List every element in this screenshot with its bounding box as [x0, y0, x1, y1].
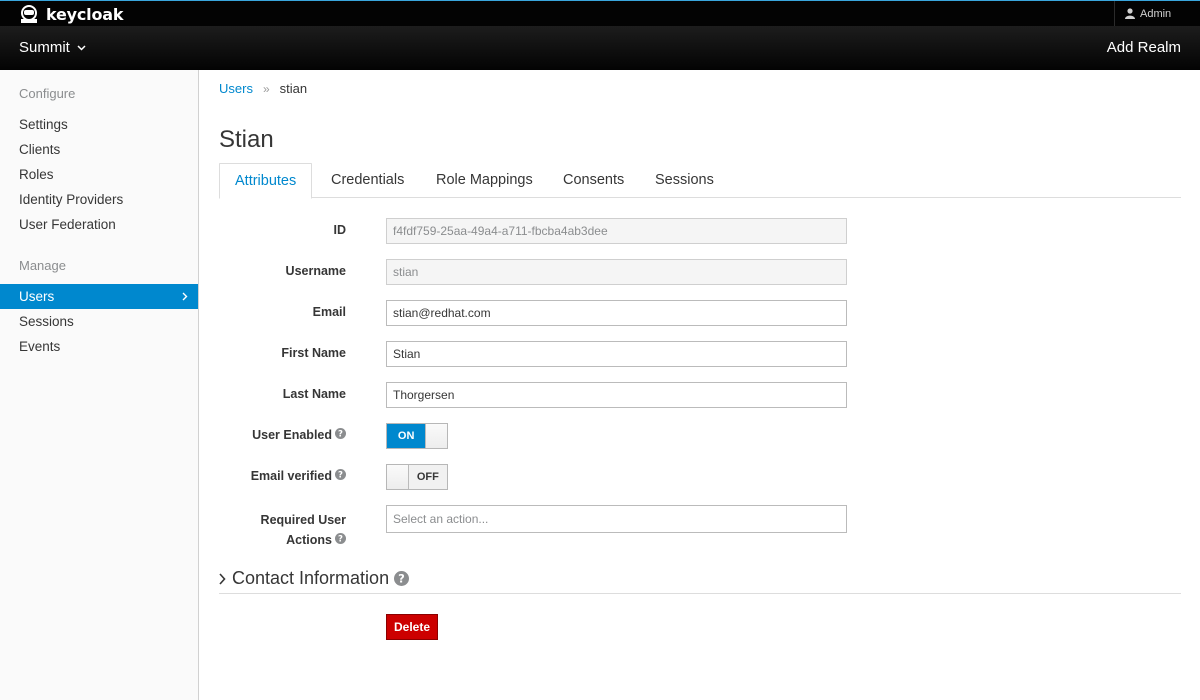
chevron-down-icon — [77, 44, 86, 51]
help-icon[interactable]: ? — [335, 427, 346, 442]
svg-text:?: ? — [398, 572, 405, 586]
first-name-label: First Name — [281, 346, 346, 360]
username-field[interactable]: stian — [386, 259, 847, 285]
svg-text:?: ? — [338, 534, 343, 543]
user-menu[interactable]: Admin — [1114, 1, 1200, 26]
contact-information-title: Contact Information — [232, 568, 390, 588]
chevron-right-icon — [182, 292, 188, 301]
last-name-label: Last Name — [282, 387, 346, 401]
manage-heading: Manage — [19, 258, 66, 273]
chevron-right-icon — [219, 572, 226, 585]
page-title: Stian — [219, 126, 274, 153]
tab-attributes[interactable]: Attributes — [219, 163, 313, 199]
toggle-knob — [387, 465, 409, 489]
email-verified-toggle[interactable]: OFF — [386, 464, 448, 490]
realm-bar: Summit Add Realm — [0, 26, 1200, 70]
required-actions-label-line2: Actions — [286, 533, 332, 547]
svg-text:?: ? — [338, 429, 343, 438]
user-enabled-label: User Enabled — [252, 428, 332, 442]
help-icon[interactable]: ? — [394, 571, 410, 586]
realm-name: Summit — [19, 39, 70, 56]
delete-button[interactable]: Delete — [386, 614, 438, 640]
user-enabled-state: ON — [387, 424, 426, 448]
contact-information-toggle[interactable]: Contact Information ? — [219, 568, 410, 589]
sidebar-item-label: Users — [19, 289, 55, 304]
user-icon — [1125, 8, 1135, 19]
email-verified-label: Email verified — [250, 469, 332, 483]
breadcrumb-separator: » — [262, 81, 270, 96]
breadcrumb-users-link[interactable]: Users — [219, 81, 253, 96]
sidebar: Configure Settings Clients Roles Identit… — [0, 70, 199, 700]
email-verified-label-group: Email verified? — [219, 468, 346, 483]
tab-role-mappings[interactable]: Role Mappings — [436, 163, 533, 198]
keycloak-logo-icon — [21, 5, 37, 23]
required-actions-label-group: Required User Actions? — [219, 510, 346, 550]
logo-text: keycloak — [46, 4, 124, 24]
last-name-field[interactable]: Thorgersen — [386, 382, 847, 408]
sidebar-item-user-federation[interactable]: User Federation — [0, 212, 198, 237]
email-verified-state: OFF — [408, 465, 447, 489]
tab-sessions[interactable]: Sessions — [655, 163, 714, 198]
toggle-knob — [425, 424, 447, 448]
help-icon[interactable]: ? — [335, 530, 346, 550]
email-label: Email — [312, 305, 346, 319]
keycloak-logo[interactable]: keycloak — [18, 3, 123, 25]
top-bar: keycloak Admin — [0, 0, 1200, 26]
first-name-field[interactable]: Stian — [386, 341, 847, 367]
user-enabled-toggle[interactable]: ON — [386, 423, 448, 449]
user-menu-label: Admin — [1140, 7, 1172, 20]
sidebar-item-sessions[interactable]: Sessions — [0, 309, 198, 334]
username-label: Username — [285, 264, 346, 278]
email-field[interactable]: stian@redhat.com — [386, 300, 847, 326]
id-field[interactable]: f4fdf759-25aa-49a4-a711-fbcba4ab3dee — [386, 218, 847, 244]
sidebar-item-settings[interactable]: Settings — [0, 112, 198, 137]
tab-bar: Attributes Credentials Role Mappings Con… — [219, 163, 1181, 199]
sidebar-item-roles[interactable]: Roles — [0, 162, 198, 187]
tab-consents[interactable]: Consents — [563, 163, 624, 198]
id-label: ID — [333, 223, 347, 237]
section-divider — [219, 593, 1181, 594]
user-enabled-label-group: User Enabled? — [219, 427, 346, 442]
breadcrumb-current: stian — [279, 81, 308, 96]
configure-heading: Configure — [19, 86, 76, 101]
breadcrumb: Users » stian — [219, 81, 307, 96]
sidebar-item-clients[interactable]: Clients — [0, 137, 198, 162]
add-realm-link[interactable]: Add Realm — [1107, 39, 1181, 56]
svg-text:?: ? — [338, 470, 343, 479]
help-icon[interactable]: ? — [335, 468, 346, 483]
required-actions-label-line1: Required User — [260, 513, 346, 527]
realm-selector[interactable]: Summit — [19, 39, 86, 56]
sidebar-item-events[interactable]: Events — [0, 334, 198, 359]
required-actions-select[interactable]: Select an action... — [386, 505, 847, 533]
tab-credentials[interactable]: Credentials — [331, 163, 404, 198]
sidebar-item-identity-providers[interactable]: Identity Providers — [0, 187, 198, 212]
sidebar-item-users[interactable]: Users — [0, 284, 198, 309]
